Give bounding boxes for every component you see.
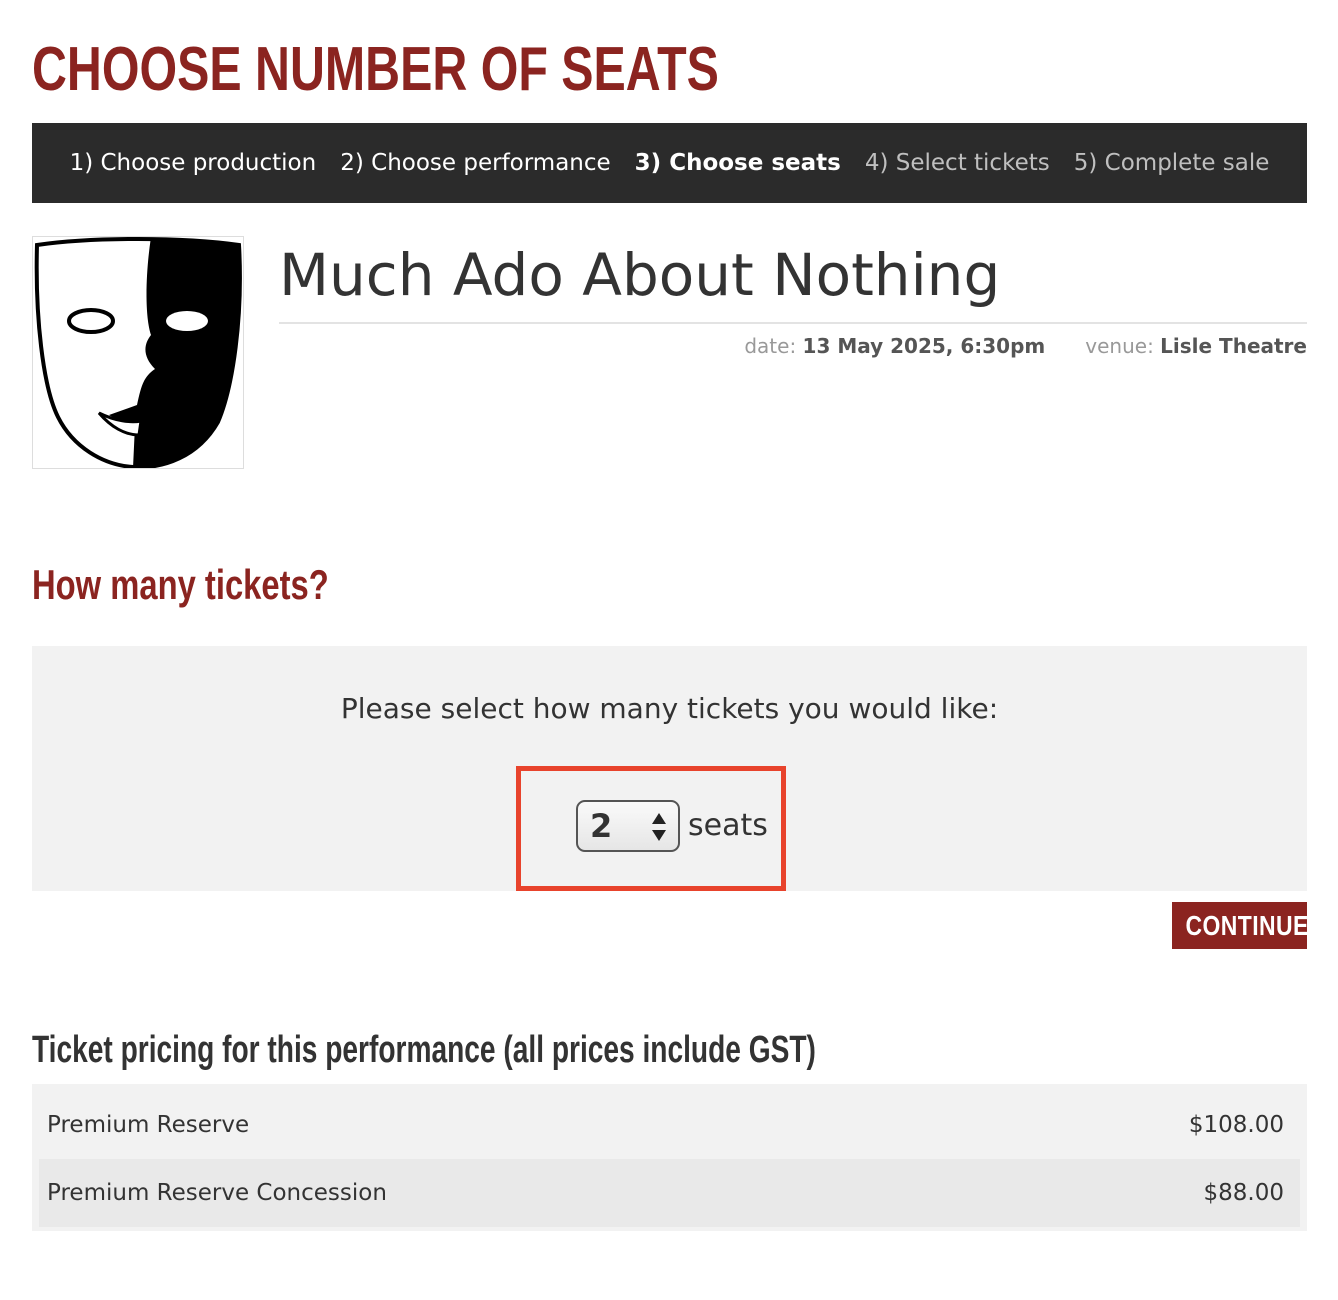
step-choose-performance[interactable]: 2) Choose performance — [340, 150, 610, 176]
pricing-heading: Ticket pricing for this performance (all… — [32, 1029, 816, 1071]
page-title: CHOOSE NUMBER OF SEATS — [32, 35, 719, 104]
seats-unit-label: seats — [688, 808, 768, 843]
venue-value: Lisle Theatre — [1160, 334, 1307, 358]
title-divider — [279, 322, 1307, 324]
seat-selection-panel: Please select how many tickets you would… — [32, 646, 1307, 891]
table-row: Premium Reserve Concession $88.00 — [39, 1159, 1300, 1227]
ticket-type-price: $88.00 — [1203, 1180, 1284, 1206]
venue-label: venue: — [1085, 334, 1154, 358]
step-select-tickets: 4) Select tickets — [864, 150, 1050, 176]
date-label: date: — [744, 334, 797, 358]
step-choose-seats: 3) Choose seats — [634, 150, 841, 176]
up-down-arrows-icon — [652, 813, 666, 841]
seat-selection-prompt: Please select how many tickets you would… — [340, 692, 999, 725]
performance-meta: date: 13 May 2025, 6:30pm venue: Lisle T… — [744, 334, 1307, 358]
seat-count-value: 2 — [590, 807, 613, 845]
ticket-type-name: Premium Reserve Concession — [47, 1180, 387, 1206]
table-row: Premium Reserve $108.00 — [39, 1091, 1300, 1159]
date-value: 13 May 2025, 6:30pm — [802, 334, 1046, 358]
ticket-type-name: Premium Reserve — [47, 1112, 250, 1138]
ticket-type-price: $108.00 — [1188, 1112, 1284, 1138]
step-complete-sale: 5) Complete sale — [1073, 150, 1270, 176]
continue-button[interactable]: CONTINUE — [1172, 902, 1309, 949]
production-image — [32, 236, 244, 469]
step-choose-production[interactable]: 1) Choose production — [70, 150, 317, 176]
seat-count-select[interactable]: 2 — [576, 800, 680, 852]
performance-venue: venue: Lisle Theatre — [1085, 334, 1307, 358]
checkout-steps-nav: 1) Choose production 2) Choose performan… — [32, 123, 1307, 203]
pricing-table: Premium Reserve $108.00 Premium Reserve … — [32, 1084, 1307, 1231]
theatre-mask-icon — [34, 237, 242, 468]
performance-date: date: 13 May 2025, 6:30pm — [744, 334, 1045, 358]
production-title: Much Ado About Nothing — [279, 241, 1001, 309]
ticket-count-heading: How many tickets? — [32, 561, 329, 608]
continue-label: CONTINUE — [1185, 909, 1309, 941]
